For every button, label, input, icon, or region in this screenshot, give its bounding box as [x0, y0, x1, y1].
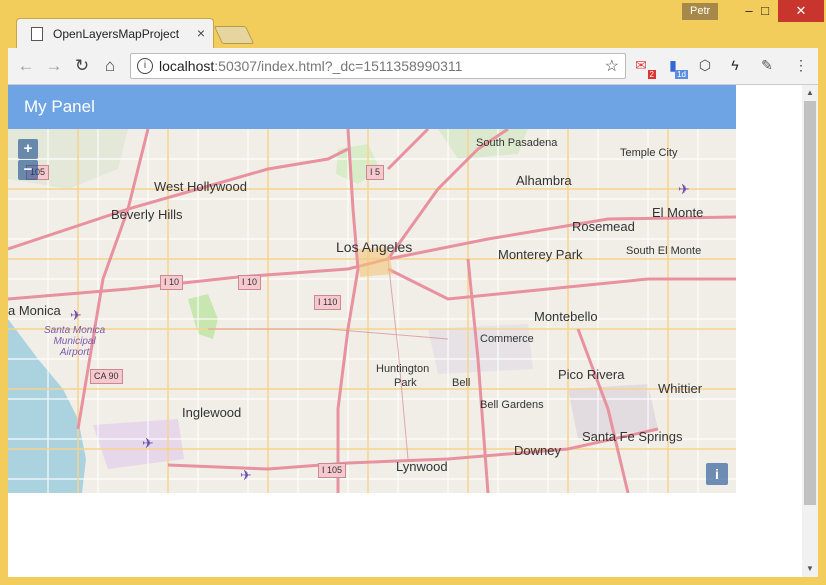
vertical-scrollbar[interactable]: ▲ ▼: [802, 85, 818, 577]
eyedropper-extension-icon[interactable]: ✎: [758, 57, 776, 73]
airport-icon: ✈: [678, 181, 690, 197]
scroll-down-arrow-icon[interactable]: ▼: [802, 561, 818, 577]
airport-icon: ✈: [70, 307, 82, 323]
place-label: Monterey Park: [498, 247, 583, 262]
place-label: Beverly Hills: [111, 207, 183, 222]
place-label: South El Monte: [626, 245, 702, 257]
place-label: Bell: [452, 377, 471, 389]
zoom-control: + −: [18, 139, 38, 181]
place-label: a Monica: [8, 303, 61, 318]
panel-title: My Panel: [24, 97, 95, 116]
page-content: My Panel West Hollywood Beverly Hills Lo…: [8, 85, 818, 577]
forward-icon[interactable]: →: [44, 56, 64, 76]
close-window-button[interactable]: ✕: [778, 0, 824, 22]
menu-icon[interactable]: ⋮: [792, 57, 810, 73]
highway-shield: I 110: [314, 295, 342, 310]
highway-shield: I 10: [238, 275, 262, 290]
place-label: South Pasadena: [476, 137, 558, 149]
address-bar[interactable]: i localhost:50307/index.html?_dc=1511358…: [130, 53, 626, 79]
place-label: Park: [394, 377, 417, 389]
tab-close-icon[interactable]: ×: [197, 25, 205, 41]
place-label: Huntington: [376, 363, 430, 375]
airport-label: Santa Monica Municipal Airport: [44, 325, 106, 358]
highway-shield: I 5: [366, 165, 385, 180]
maximize-button[interactable]: □: [750, 0, 780, 22]
map-view[interactable]: West Hollywood Beverly Hills Los Angeles…: [8, 129, 736, 493]
place-label: Inglewood: [182, 405, 242, 420]
title-bar: OpenLayersMapProject × Petr – □ ✕: [0, 0, 826, 49]
browser-toolbar: ← → ↻ ⌂ i localhost:50307/index.html?_dc…: [8, 48, 818, 85]
place-label: Montebello: [534, 309, 598, 324]
highway-shield: I 105: [318, 463, 347, 478]
page-icon: [31, 27, 43, 41]
user-badge[interactable]: Petr: [682, 3, 719, 20]
browser-window: OpenLayersMapProject × Petr – □ ✕ ← → ↻ …: [0, 0, 826, 585]
home-icon[interactable]: ⌂: [100, 56, 120, 76]
back-icon[interactable]: ←: [16, 56, 36, 76]
attribution-button[interactable]: i: [706, 463, 728, 485]
place-label: Temple City: [620, 147, 678, 159]
gmail-extension-icon[interactable]: ✉ 2: [632, 57, 656, 79]
scroll-up-arrow-icon[interactable]: ▲: [802, 85, 818, 101]
reload-icon[interactable]: ↻: [72, 56, 92, 76]
url-text: localhost:50307/index.html?_dc=151135899…: [159, 58, 463, 74]
place-label: Whittier: [658, 381, 703, 396]
shield-extension-icon[interactable]: ⬡: [696, 57, 714, 73]
place-label: Bell Gardens: [480, 399, 544, 411]
new-tab-button[interactable]: [213, 26, 255, 44]
place-label: Lynwood: [396, 459, 448, 474]
place-label: Alhambra: [516, 173, 572, 188]
highway-shield: CA 90: [90, 369, 123, 384]
scrollbar-thumb[interactable]: [804, 101, 816, 505]
airport-icon: ✈: [142, 435, 154, 451]
chat-extension-icon[interactable]: ▮ 1d: [664, 57, 688, 79]
place-label: Los Angeles: [336, 239, 413, 255]
bolt-extension-icon[interactable]: ϟ: [726, 57, 744, 73]
place-label: Santa Fe Springs: [582, 429, 683, 444]
info-icon[interactable]: i: [137, 58, 153, 74]
zoom-out-button[interactable]: −: [18, 160, 38, 180]
place-label: Commerce: [480, 333, 534, 345]
place-label: El Monte: [652, 205, 704, 220]
zoom-in-button[interactable]: +: [18, 139, 38, 159]
panel-header: My Panel: [8, 85, 736, 129]
place-label: Downey: [514, 443, 561, 458]
highway-shield: I 10: [160, 275, 184, 290]
bookmark-star-icon[interactable]: ☆: [605, 56, 619, 76]
browser-tab[interactable]: OpenLayersMapProject ×: [16, 18, 214, 49]
airport-icon: ✈: [240, 467, 252, 483]
place-label: Pico Rivera: [558, 367, 625, 382]
place-label: Rosemead: [572, 219, 635, 234]
place-label: West Hollywood: [154, 179, 247, 194]
tab-title: OpenLayersMapProject: [53, 27, 180, 41]
